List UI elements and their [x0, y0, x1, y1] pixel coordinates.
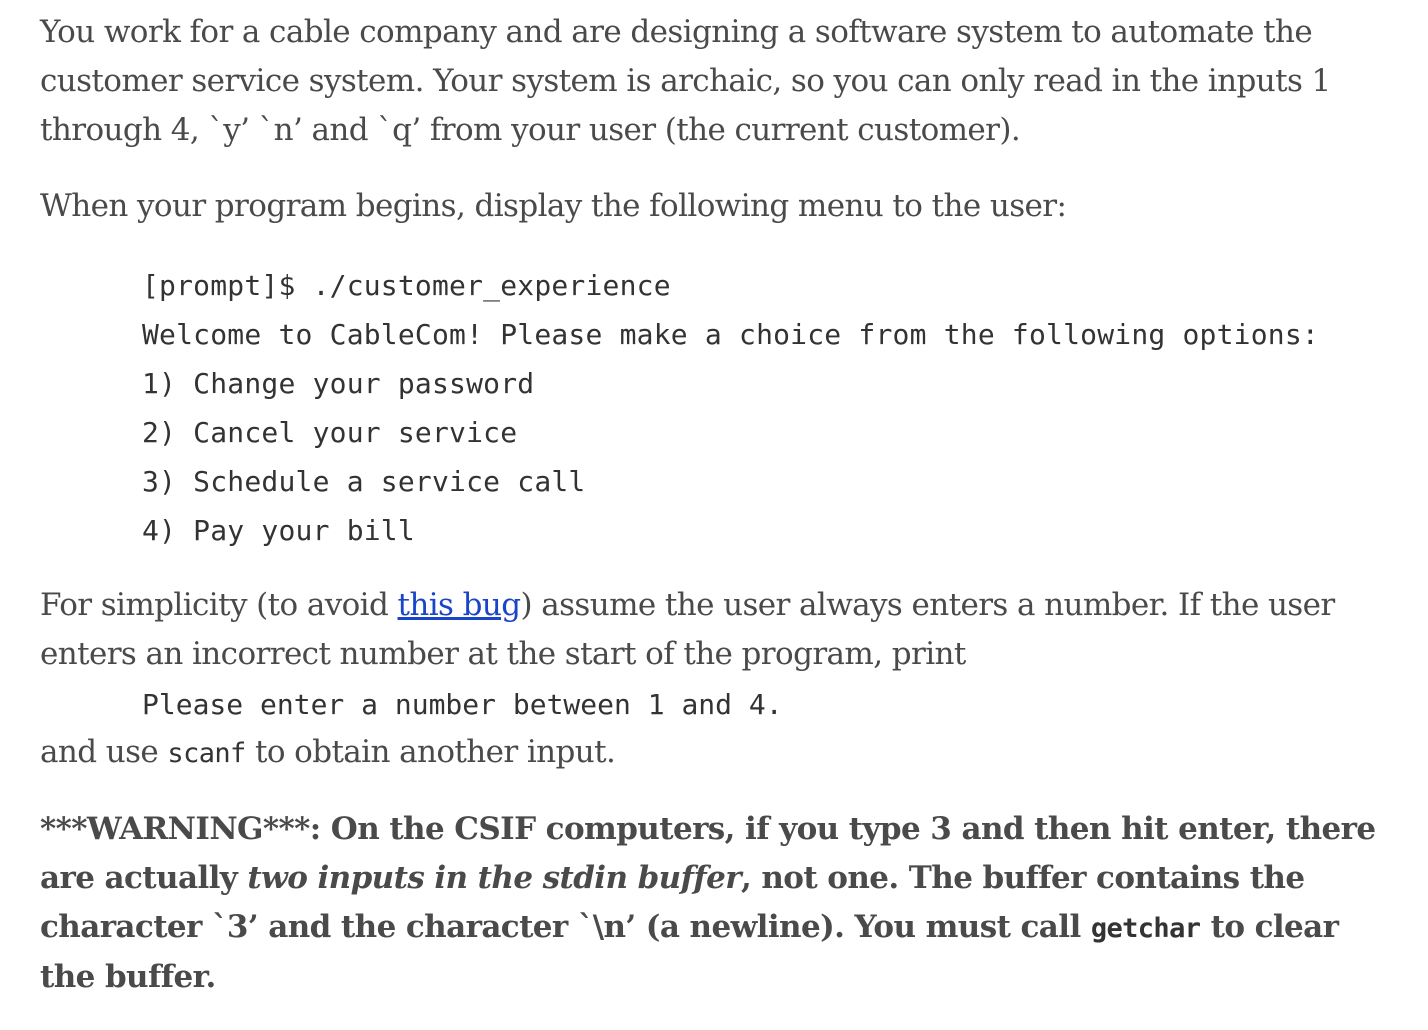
menu-option-3: 3) Schedule a service call [142, 465, 586, 498]
this-bug-link[interactable]: this bug [398, 587, 522, 623]
scanf-text-before: and use [40, 734, 168, 770]
simplicity-text-before: For simplicity (to avoid [40, 587, 398, 623]
menu-intro-paragraph: When your program begins, display the fo… [40, 188, 1067, 224]
scanf-paragraph: and use scanf to obtain another input. [40, 728, 616, 778]
menu-option-2: 2) Cancel your service [142, 416, 518, 449]
terminal-output-block: [prompt]$ ./customer_experience Welcome … [142, 261, 1319, 555]
intro-paragraph: You work for a cable company and are des… [40, 14, 1331, 148]
warning-paragraph: ***WARNING***: On the CSIF computers, if… [40, 805, 1380, 1002]
error-message-code: Please enter a number between 1 and 4. [142, 688, 783, 721]
getchar-code: getchar [1090, 913, 1201, 944]
scanf-text-after: to obtain another input. [245, 734, 616, 770]
warning-emphasis: two inputs in the stdin buffer [247, 860, 741, 896]
menu-option-1: 1) Change your password [142, 367, 535, 400]
terminal-welcome-line: Welcome to CableCom! Please make a choic… [142, 318, 1319, 351]
scanf-code: scanf [167, 738, 246, 769]
simplicity-paragraph: For simplicity (to avoid this bug) assum… [40, 581, 1360, 679]
terminal-prompt-line: [prompt]$ ./customer_experience [142, 269, 671, 302]
menu-option-4: 4) Pay your bill [142, 514, 415, 547]
